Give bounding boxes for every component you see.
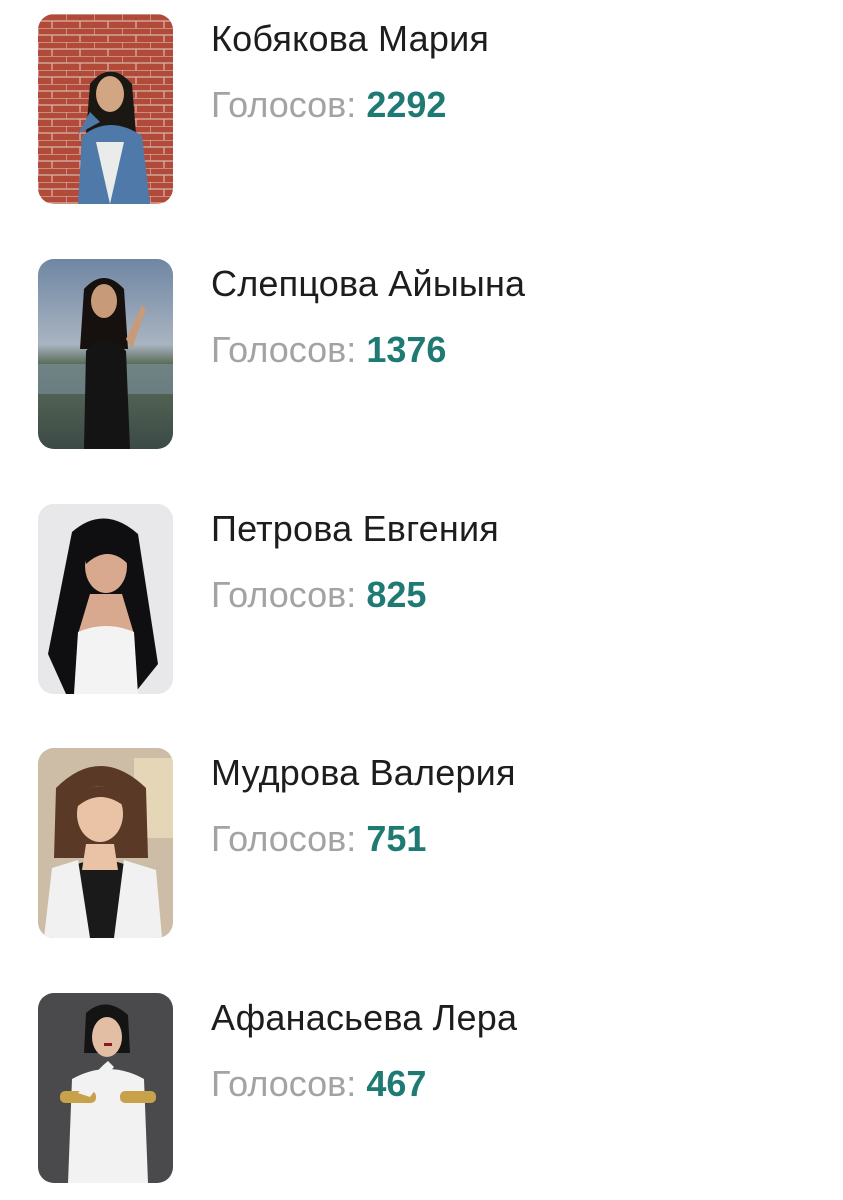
votes-count: 825 [366,574,427,615]
contestant-card[interactable]: Мудрова Валерия Голосов: 751 [38,748,658,938]
contestant-card[interactable]: Слепцова Айыына Голосов: 1376 [38,259,658,449]
contestant-list: Кобякова Мария Голосов: 2292 Слепцова Ай… [0,0,843,1200]
votes-line: Голосов: 1376 [211,329,446,371]
contestant-name: Мудрова Валерия [211,752,516,793]
contestant-card[interactable]: Петрова Евгения Голосов: 825 [38,504,658,694]
votes-count: 751 [366,818,427,859]
photo-white-turtleneck-grey [38,993,173,1183]
votes-line: Голосов: 751 [211,818,426,860]
votes-label: Голосов: [211,818,357,859]
votes-count: 2292 [366,84,447,125]
contestant-name: Петрова Евгения [211,508,499,549]
votes-line: Голосов: 467 [211,1063,426,1105]
votes-count: 1376 [366,329,447,370]
votes-label: Голосов: [211,329,357,370]
votes-line: Голосов: 2292 [211,84,446,126]
contestant-name: Афанасьева Лера [211,997,518,1038]
votes-count: 467 [366,1063,427,1104]
contestant-photo[interactable] [38,259,173,449]
photo-white-shirt-indoor [38,748,173,938]
contestant-card[interactable]: Кобякова Мария Голосов: 2292 [38,14,658,204]
votes-label: Голосов: [211,574,357,615]
votes-label: Голосов: [211,1063,357,1104]
photo-brick-wall-denim [38,14,173,204]
votes-label: Голосов: [211,84,357,125]
contestant-photo[interactable] [38,504,173,694]
votes-line: Голосов: 825 [211,574,426,616]
contestant-name: Кобякова Мария [211,18,490,59]
contestant-photo[interactable] [38,993,173,1183]
photo-white-top-studio [38,504,173,694]
contestant-name: Слепцова Айыына [211,263,526,304]
contestant-card[interactable]: Афанасьева Лера Голосов: 467 [38,993,658,1183]
photo-black-dress-lake [38,259,173,449]
contestant-photo[interactable] [38,748,173,938]
contestant-photo[interactable] [38,14,173,204]
